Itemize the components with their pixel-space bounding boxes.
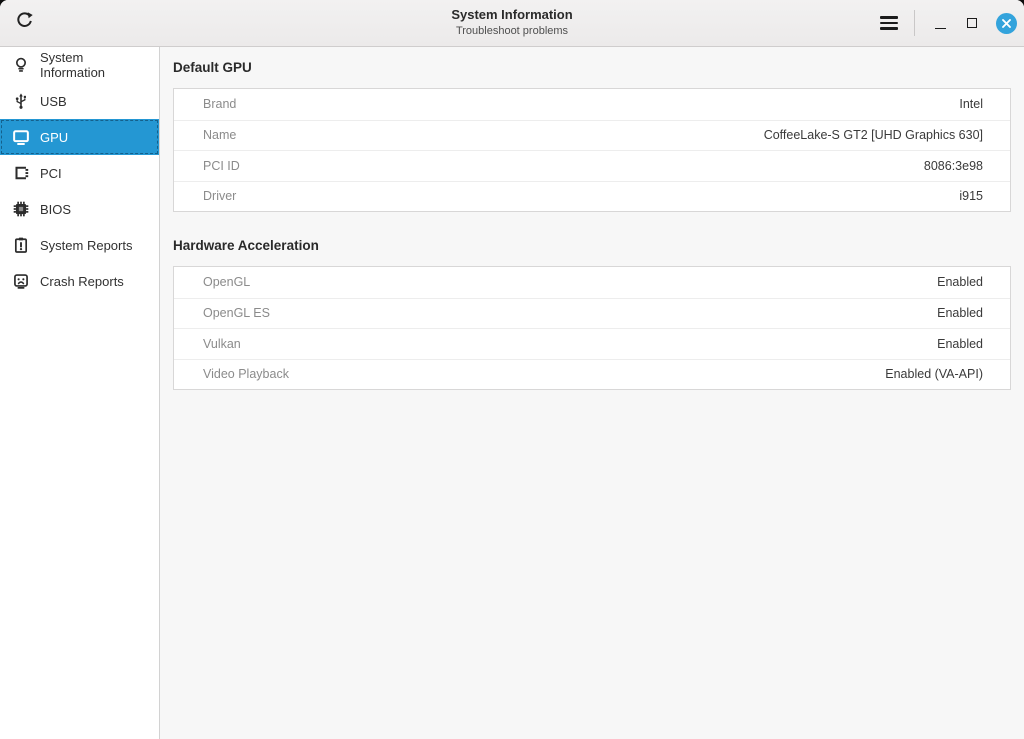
report-icon (12, 236, 30, 254)
table-row-opengl: OpenGL Enabled (174, 267, 1010, 298)
maximize-button[interactable] (956, 7, 988, 39)
table-row-opengl-es: OpenGL ES Enabled (174, 298, 1010, 329)
row-value: Intel (959, 97, 983, 111)
sidebar-item-label: BIOS (40, 202, 71, 217)
row-value: Enabled (937, 306, 983, 320)
close-button[interactable] (996, 13, 1017, 34)
table-row-driver: Driver i915 (174, 181, 1010, 212)
sidebar-item-label: USB (40, 94, 67, 109)
row-value: i915 (959, 189, 983, 203)
table-row-brand: Brand Intel (174, 89, 1010, 120)
section-title: Default GPU (173, 60, 1011, 75)
info-table: Brand Intel Name CoffeeLake-S GT2 [UHD Grap… (173, 88, 1011, 212)
close-icon (996, 13, 1017, 34)
row-label: Vulkan (203, 337, 241, 351)
section-hardware-acceleration: Hardware AccelerationOpenGLEnabledOpenGL… (173, 238, 1011, 390)
row-value: Enabled (937, 337, 983, 351)
row-label: Driver (203, 189, 236, 203)
sidebar-item-label: System Information (40, 50, 151, 80)
sidebar-item-system-information[interactable]: System Information (0, 47, 159, 83)
crash-icon (12, 272, 30, 290)
window-title: System Information (451, 8, 572, 23)
row-value: Enabled (VA-API) (885, 367, 983, 381)
sidebar-item-system-reports[interactable]: System Reports (0, 227, 159, 263)
window-subtitle: Troubleshoot problems (451, 25, 572, 38)
headerbar: System Information Troubleshoot problems (0, 0, 1024, 47)
section-default-gpu: Default GPU Brand Intel Name CoffeeLake-S GT… (173, 60, 1011, 212)
table-row-vulkan: Vulkan Enabled (174, 328, 1010, 359)
table-row-name: Name CoffeeLake-S GT2 [UHD Graphics 630] (174, 120, 1010, 151)
sidebar-item-label: System Reports (40, 238, 132, 253)
content-pane: Default GPU Brand Intel Name CoffeeLake-S GT… (160, 47, 1024, 739)
lightbulb-icon (12, 56, 30, 74)
info-table: OpenGL Enabled OpenGL ES Enabled Vulkan Enabl… (173, 266, 1011, 390)
minimize-icon (935, 28, 946, 30)
sidebar-item-bios[interactable]: BIOS (0, 191, 159, 227)
chip-icon (12, 200, 30, 218)
row-value: CoffeeLake-S GT2 [UHD Graphics 630] (764, 128, 983, 142)
row-value: Enabled (937, 275, 983, 289)
row-label: PCI ID (203, 159, 240, 173)
headerbar-separator (914, 10, 915, 36)
table-row-pci-id: PCI ID 8086:3e98 (174, 150, 1010, 181)
menu-button[interactable] (873, 7, 905, 39)
row-label: Name (203, 128, 236, 142)
usb-icon (12, 92, 30, 110)
sidebar-item-label: PCI (40, 166, 62, 181)
table-row-video-playback: Video Playback Enabled (VA-API) (174, 359, 1010, 390)
refresh-button[interactable] (8, 7, 40, 39)
window-title-area: System Information Troubleshoot problems (451, 8, 572, 38)
sidebar-item-label: Crash Reports (40, 274, 124, 289)
maximize-icon (967, 18, 977, 28)
sidebar-item-gpu[interactable]: GPU (0, 119, 159, 155)
refresh-icon (14, 10, 35, 36)
row-label: OpenGL ES (203, 306, 270, 320)
row-value: 8086:3e98 (924, 159, 983, 173)
section-title: Hardware Acceleration (173, 238, 1011, 253)
pci-card-icon (12, 164, 30, 182)
display-icon (12, 128, 30, 146)
sidebar-item-pci[interactable]: PCI (0, 155, 159, 191)
minimize-button[interactable] (924, 7, 956, 39)
sidebar-item-label: GPU (40, 130, 68, 145)
sidebar-item-crash-reports[interactable]: Crash Reports (0, 263, 159, 299)
app-window: System Information Troubleshoot problems (0, 0, 1024, 739)
main-area: System Information USB GPU PCI BIOS System Re… (0, 47, 1024, 739)
sidebar: System Information USB GPU PCI BIOS System Re… (0, 47, 160, 739)
row-label: Video Playback (203, 367, 289, 381)
row-label: OpenGL (203, 275, 250, 289)
row-label: Brand (203, 97, 236, 111)
sidebar-item-usb[interactable]: USB (0, 83, 159, 119)
menu-icon (880, 16, 898, 29)
